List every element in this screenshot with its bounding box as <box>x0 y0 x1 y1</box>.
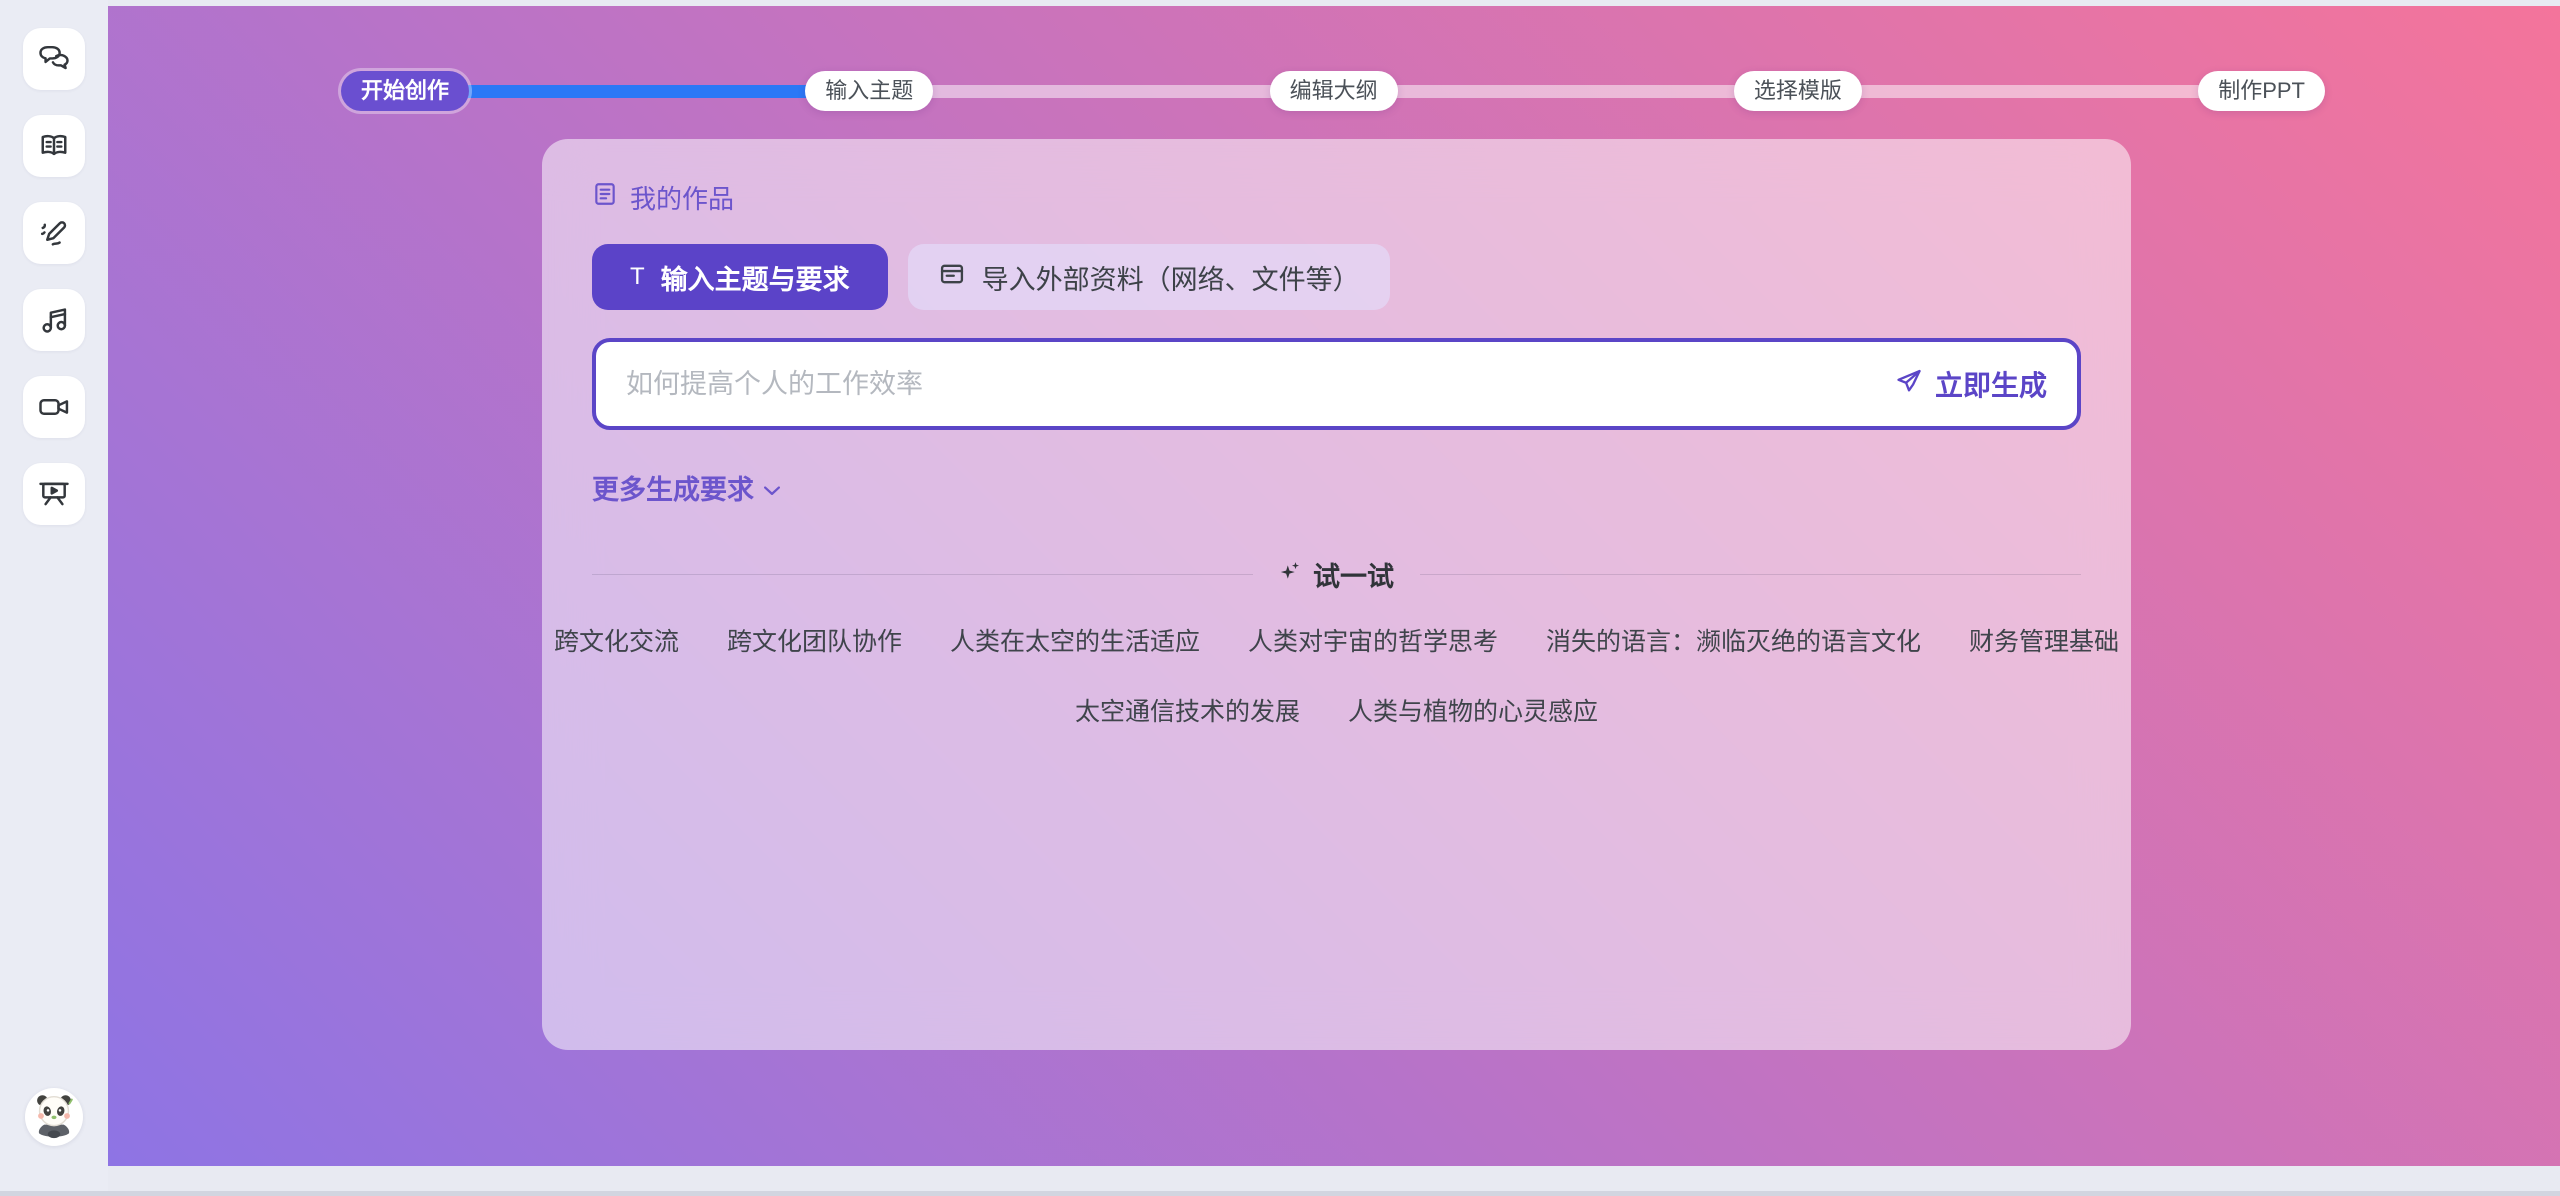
suggestion-row-2: 太空通信技术的发展 人类与植物的心灵感应 <box>592 692 2081 728</box>
progress-line-done <box>457 85 817 98</box>
presentation-board-icon <box>36 476 72 512</box>
sidebar <box>0 0 108 1196</box>
paper-plane-icon <box>1895 367 1923 402</box>
pencil-edit-icon <box>36 215 72 251</box>
video-camera-icon <box>36 389 72 425</box>
sidebar-item-reading[interactable] <box>23 115 85 177</box>
progress-stepper: 开始创作 输入主题 编辑大纲 选择模版 制作PPT <box>341 69 2325 113</box>
suggestion-row-1: 跨文化交流 跨文化团队协作 人类在太空的生活适应 人类对宇宙的哲学思考 消失的语… <box>592 622 2081 658</box>
tab-label: 输入主题与要求 <box>661 258 850 297</box>
suggestion-chip[interactable]: 太空通信技术的发展 <box>1075 692 1300 728</box>
main-area: 开始创作 输入主题 编辑大纲 选择模版 制作PPT 我的作品 T 输入主题与要求 <box>108 6 2560 1166</box>
try-section-header: 试一试 <box>592 555 2081 594</box>
suggestion-chip[interactable]: 财务管理基础 <box>1969 622 2119 658</box>
progress-line-todo <box>1850 85 2210 98</box>
try-section-title: 试一试 <box>1313 555 1394 594</box>
chat-bubbles-icon <box>36 41 72 77</box>
step-edit-outline[interactable]: 编辑大纲 <box>1270 71 1398 111</box>
document-icon <box>592 181 618 214</box>
divider-line <box>592 574 1253 575</box>
sidebar-item-music[interactable] <box>23 289 85 351</box>
generate-label: 立即生成 <box>1935 364 2047 404</box>
creation-card: 我的作品 T 输入主题与要求 导入外部资料（网络、文件等） <box>542 139 2131 1050</box>
music-note-icon <box>36 302 72 338</box>
open-book-icon <box>36 128 72 164</box>
sidebar-item-writing[interactable] <box>23 202 85 264</box>
sidebar-item-chat[interactable] <box>23 28 85 90</box>
suggestion-chip[interactable]: 人类与植物的心灵感应 <box>1348 692 1598 728</box>
topic-input[interactable] <box>626 369 1875 400</box>
progress-line-todo <box>1386 85 1746 98</box>
tab-input-topic-requirements[interactable]: T 输入主题与要求 <box>592 244 888 310</box>
progress-line-todo <box>921 85 1281 98</box>
sidebar-item-video[interactable] <box>23 376 85 438</box>
panda-avatar-icon <box>27 1088 81 1146</box>
user-avatar[interactable] <box>25 1088 83 1146</box>
tab-label: 导入外部资料（网络、文件等） <box>982 258 1360 297</box>
suggestion-chip[interactable]: 人类对宇宙的哲学思考 <box>1248 622 1498 658</box>
chevron-down-icon <box>764 472 780 503</box>
suggestion-chip[interactable]: 跨文化交流 <box>554 622 679 658</box>
my-works-label: 我的作品 <box>630 179 734 216</box>
suggestion-chip[interactable]: 人类在太空的生活适应 <box>950 622 1200 658</box>
my-works-link[interactable]: 我的作品 <box>592 179 734 216</box>
step-start-creation[interactable]: 开始创作 <box>341 71 469 111</box>
more-requirements-toggle[interactable]: 更多生成要求 <box>592 468 780 507</box>
sparkles-icon <box>1279 559 1301 590</box>
generate-button[interactable]: 立即生成 <box>1895 364 2047 404</box>
bottom-divider <box>0 1191 2560 1196</box>
step-make-ppt[interactable]: 制作PPT <box>2198 71 2325 111</box>
suggestion-chip[interactable]: 跨文化团队协作 <box>727 622 902 658</box>
sidebar-item-presentation[interactable] <box>23 463 85 525</box>
step-choose-template[interactable]: 选择模版 <box>1734 71 1862 111</box>
text-T-icon: T <box>630 263 645 291</box>
tab-import-external-material[interactable]: 导入外部资料（网络、文件等） <box>908 244 1390 310</box>
input-mode-tabs: T 输入主题与要求 导入外部资料（网络、文件等） <box>592 244 2081 310</box>
step-input-topic[interactable]: 输入主题 <box>805 71 933 111</box>
more-requirements-label: 更多生成要求 <box>592 468 754 507</box>
divider-line <box>1420 574 2081 575</box>
topic-input-box: 立即生成 <box>592 338 2081 430</box>
import-file-icon <box>938 260 966 295</box>
suggestion-chip[interactable]: 消失的语言：濒临灭绝的语言文化 <box>1546 622 1921 658</box>
